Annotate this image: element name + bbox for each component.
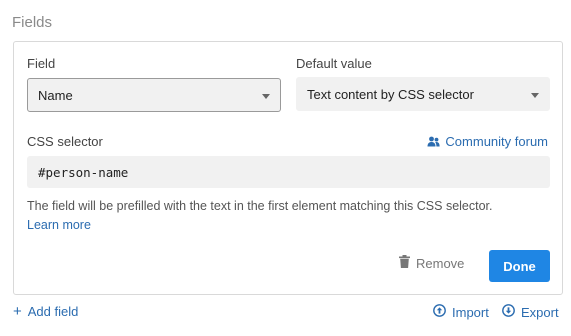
import-button[interactable]: Import xyxy=(433,304,489,320)
chevron-down-icon xyxy=(531,93,539,98)
field-select[interactable]: Name xyxy=(27,78,281,112)
trash-icon xyxy=(399,255,410,271)
remove-button[interactable]: Remove xyxy=(399,255,464,271)
import-label: Import xyxy=(452,304,489,320)
add-field-label: Add field xyxy=(27,304,79,319)
download-icon xyxy=(502,304,515,320)
fields-panel: Fields Field Default value Name Text con… xyxy=(0,0,571,336)
community-forum-link[interactable]: Community forum xyxy=(427,134,548,149)
community-forum-label: Community forum xyxy=(445,134,548,149)
chevron-down-icon xyxy=(262,94,270,99)
default-value-label: Default value xyxy=(296,56,372,71)
default-value-select-value: Text content by CSS selector xyxy=(307,86,474,102)
field-editor-card: Field Default value Name Text content by… xyxy=(13,41,563,295)
help-text: The field will be prefilled with the tex… xyxy=(27,199,493,213)
css-selector-input[interactable]: #person-name xyxy=(27,156,550,188)
export-label: Export xyxy=(521,304,559,320)
css-selector-label: CSS selector xyxy=(27,134,103,149)
export-button[interactable]: Export xyxy=(502,304,559,320)
plus-icon: + xyxy=(13,303,22,320)
add-field-button[interactable]: + Add field xyxy=(13,304,78,319)
learn-more-link[interactable]: Learn more xyxy=(27,218,91,232)
field-select-value: Name xyxy=(38,87,73,103)
css-selector-value: #person-name xyxy=(38,164,129,180)
field-label: Field xyxy=(27,56,56,71)
section-title: Fields xyxy=(12,14,53,31)
upload-icon xyxy=(433,304,446,320)
done-button[interactable]: Done xyxy=(489,250,550,282)
default-value-select[interactable]: Text content by CSS selector xyxy=(296,77,550,111)
users-icon xyxy=(427,136,441,147)
remove-label: Remove xyxy=(416,255,465,271)
